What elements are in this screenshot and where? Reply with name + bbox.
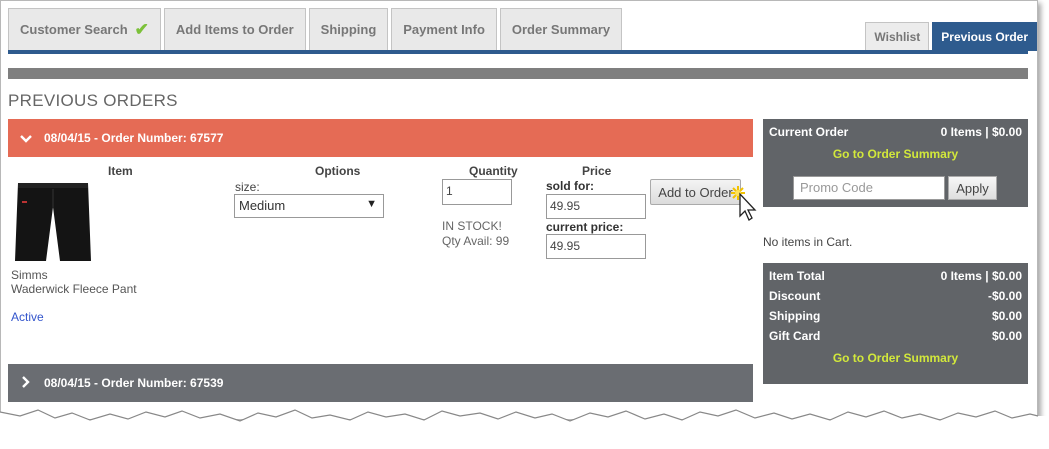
total-row: Gift Card $0.00 (769, 329, 1022, 343)
chevron-right-icon (8, 375, 44, 391)
tabs-underline (8, 50, 1028, 54)
order-header-collapsed[interactable]: 08/04/15 - Order Number: 67539 (8, 364, 753, 402)
tab-wishlist[interactable]: Wishlist (865, 22, 930, 51)
tab-add-items[interactable]: Add Items to Order (163, 8, 306, 50)
column-header-item: Item (108, 164, 133, 178)
quantity-input[interactable]: 1 (442, 179, 512, 205)
current-order-panel: Current Order 0 Items | $0.00 Go to Orde… (763, 119, 1028, 207)
column-header-options: Options (315, 164, 361, 178)
total-label: Discount (769, 289, 821, 303)
total-value: 0 Items | $0.00 (940, 269, 1022, 283)
sold-for-label: sold for: (546, 179, 594, 193)
size-label: size: (235, 180, 260, 194)
mouse-cursor-icon (731, 186, 757, 221)
empty-cart-message: No items in Cart. (763, 235, 853, 249)
column-header-price: Price (582, 164, 612, 178)
order-title: 08/04/15 - Order Number: 67539 (44, 376, 224, 390)
tab-payment-info[interactable]: Payment Info (391, 8, 497, 50)
torn-edge-decoration (0, 409, 1049, 449)
page-title: PREVIOUS ORDERS (8, 91, 178, 110)
tab-customer-search[interactable]: Customer Search ✔ (8, 8, 161, 50)
total-row: Discount -$0.00 (769, 289, 1022, 303)
order-summary-link[interactable]: Go to Order Summary (763, 147, 1028, 161)
qty-available: Qty Avail: 99 (442, 234, 510, 248)
order-title: 08/04/15 - Order Number: 67577 (44, 131, 224, 145)
total-value: -$0.00 (987, 289, 1022, 303)
product-name: Waderwick Fleece Pant (11, 282, 137, 296)
current-order-row: Current Order 0 Items | $0.00 (769, 125, 1022, 139)
checkmark-icon: ✔ (134, 19, 149, 39)
product-image (15, 183, 91, 261)
total-label: Item Total (769, 269, 825, 283)
tab-label: Order Summary (511, 22, 611, 37)
current-order-value: 0 Items | $0.00 (940, 125, 1022, 139)
secondary-tabs: Wishlist Previous Order (865, 22, 1037, 51)
column-header-quantity: Quantity (469, 164, 518, 178)
tab-label: Add Items to Order (175, 22, 294, 37)
tab-label: Payment Info (403, 22, 485, 37)
tab-previous-order[interactable]: Previous Order (932, 22, 1037, 51)
tab-shipping[interactable]: Shipping (308, 8, 389, 50)
promo-code-input[interactable]: Promo Code (793, 176, 945, 200)
tab-order-summary[interactable]: Order Summary (499, 8, 623, 50)
tab-label: Customer Search (20, 22, 128, 37)
order-summary-link-bottom[interactable]: Go to Order Summary (763, 351, 1028, 365)
total-label: Shipping (769, 309, 821, 323)
chevron-down-icon (8, 130, 44, 146)
apply-button[interactable]: Apply (948, 176, 997, 200)
total-value: $0.00 (991, 309, 1022, 323)
product-status-link[interactable]: Active (11, 310, 44, 324)
current-price-label: current price: (546, 220, 624, 234)
order-header-expanded[interactable]: 08/04/15 - Order Number: 67577 (8, 119, 753, 157)
stock-status: IN STOCK! (442, 219, 502, 233)
product-brand: Simms (11, 268, 48, 282)
total-value: $0.00 (991, 329, 1022, 343)
total-label: Gift Card (769, 329, 821, 343)
cart-totals-panel: Item Total 0 Items | $0.00 Discount -$0.… (763, 263, 1028, 384)
progress-tabs: Customer Search ✔ Add Items to Order Shi… (8, 8, 623, 50)
size-select[interactable]: Medium ▼ (234, 194, 384, 218)
size-selected-value: Medium (239, 198, 286, 213)
total-row: Shipping $0.00 (769, 309, 1022, 323)
current-price-input[interactable]: 49.95 (546, 234, 646, 259)
dropdown-arrow-icon: ▼ (366, 198, 377, 210)
tab-label: Shipping (320, 22, 377, 37)
current-order-label: Current Order (769, 125, 849, 139)
divider-bar (8, 68, 1028, 79)
total-row: Item Total 0 Items | $0.00 (769, 269, 1022, 283)
sold-for-input[interactable]: 49.95 (546, 194, 646, 219)
